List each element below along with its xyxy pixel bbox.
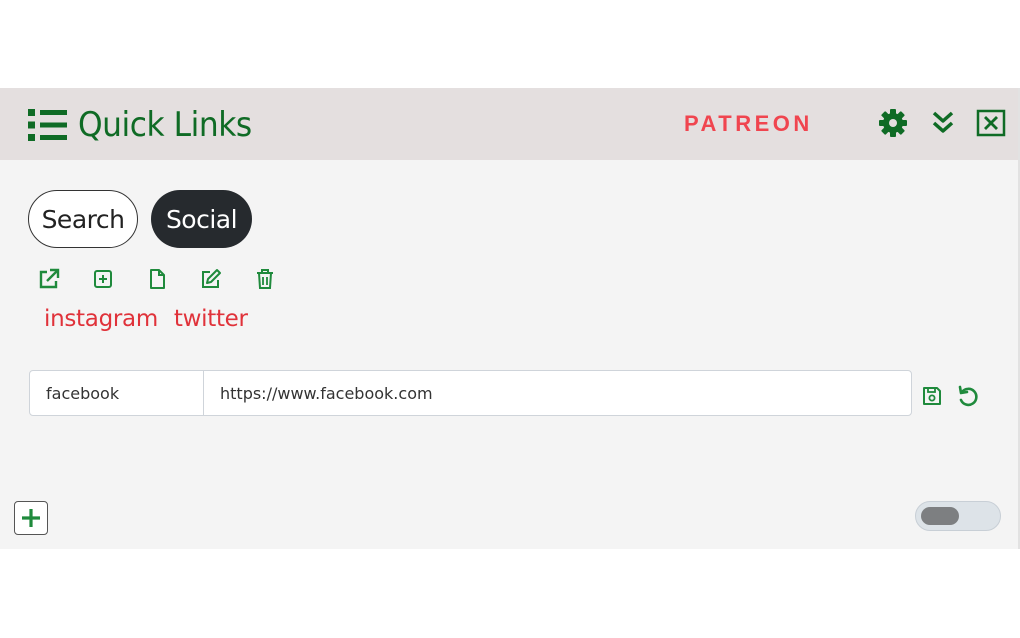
- link-instagram[interactable]: instagram: [44, 306, 158, 332]
- plus-icon: [22, 509, 40, 527]
- undo-icon: [958, 385, 978, 407]
- close-button[interactable]: [974, 106, 1008, 140]
- add-category-button[interactable]: [14, 501, 48, 535]
- patreon-link[interactable]: PATREON: [684, 110, 813, 138]
- undo-link-button[interactable]: [956, 384, 980, 408]
- tab-social[interactable]: Social: [151, 190, 252, 248]
- mode-toggle[interactable]: [915, 501, 1001, 531]
- category-actions: [38, 268, 276, 290]
- quick-links-panel: Quick Links PATREON Search Social instag…: [0, 88, 1020, 549]
- trash-icon: [257, 269, 273, 289]
- delete-category-button[interactable]: [254, 268, 276, 290]
- open-all-button[interactable]: [38, 268, 60, 290]
- collapse-button[interactable]: [926, 106, 960, 140]
- double-chevron-down-icon: [932, 111, 954, 133]
- plus-square-icon: [94, 270, 112, 288]
- close-box-icon: [976, 109, 1006, 137]
- panel-title: Quick Links: [78, 105, 252, 145]
- toggle-knob: [921, 507, 959, 525]
- new-category-button[interactable]: [146, 268, 168, 290]
- file-icon: [150, 269, 165, 289]
- floppy-icon: [923, 387, 941, 405]
- edit-category-button[interactable]: [200, 268, 222, 290]
- tab-search[interactable]: Search: [28, 190, 138, 248]
- link-editor: [29, 370, 912, 416]
- save-link-button[interactable]: [920, 384, 944, 408]
- link-url-input[interactable]: [203, 370, 912, 416]
- external-link-icon: [39, 268, 60, 289]
- title-area: Quick Links: [28, 102, 267, 148]
- link-name-input[interactable]: [29, 370, 204, 416]
- list-icon: [28, 109, 67, 141]
- link-list: instagram twitter: [44, 306, 248, 332]
- add-link-button[interactable]: [92, 268, 114, 290]
- settings-button[interactable]: [876, 106, 910, 140]
- link-twitter[interactable]: twitter: [174, 306, 248, 332]
- edit-icon: [202, 269, 221, 288]
- gear-icon: [879, 109, 907, 137]
- category-tabs: Search Social: [28, 190, 252, 248]
- panel-header: Quick Links PATREON: [0, 88, 1018, 160]
